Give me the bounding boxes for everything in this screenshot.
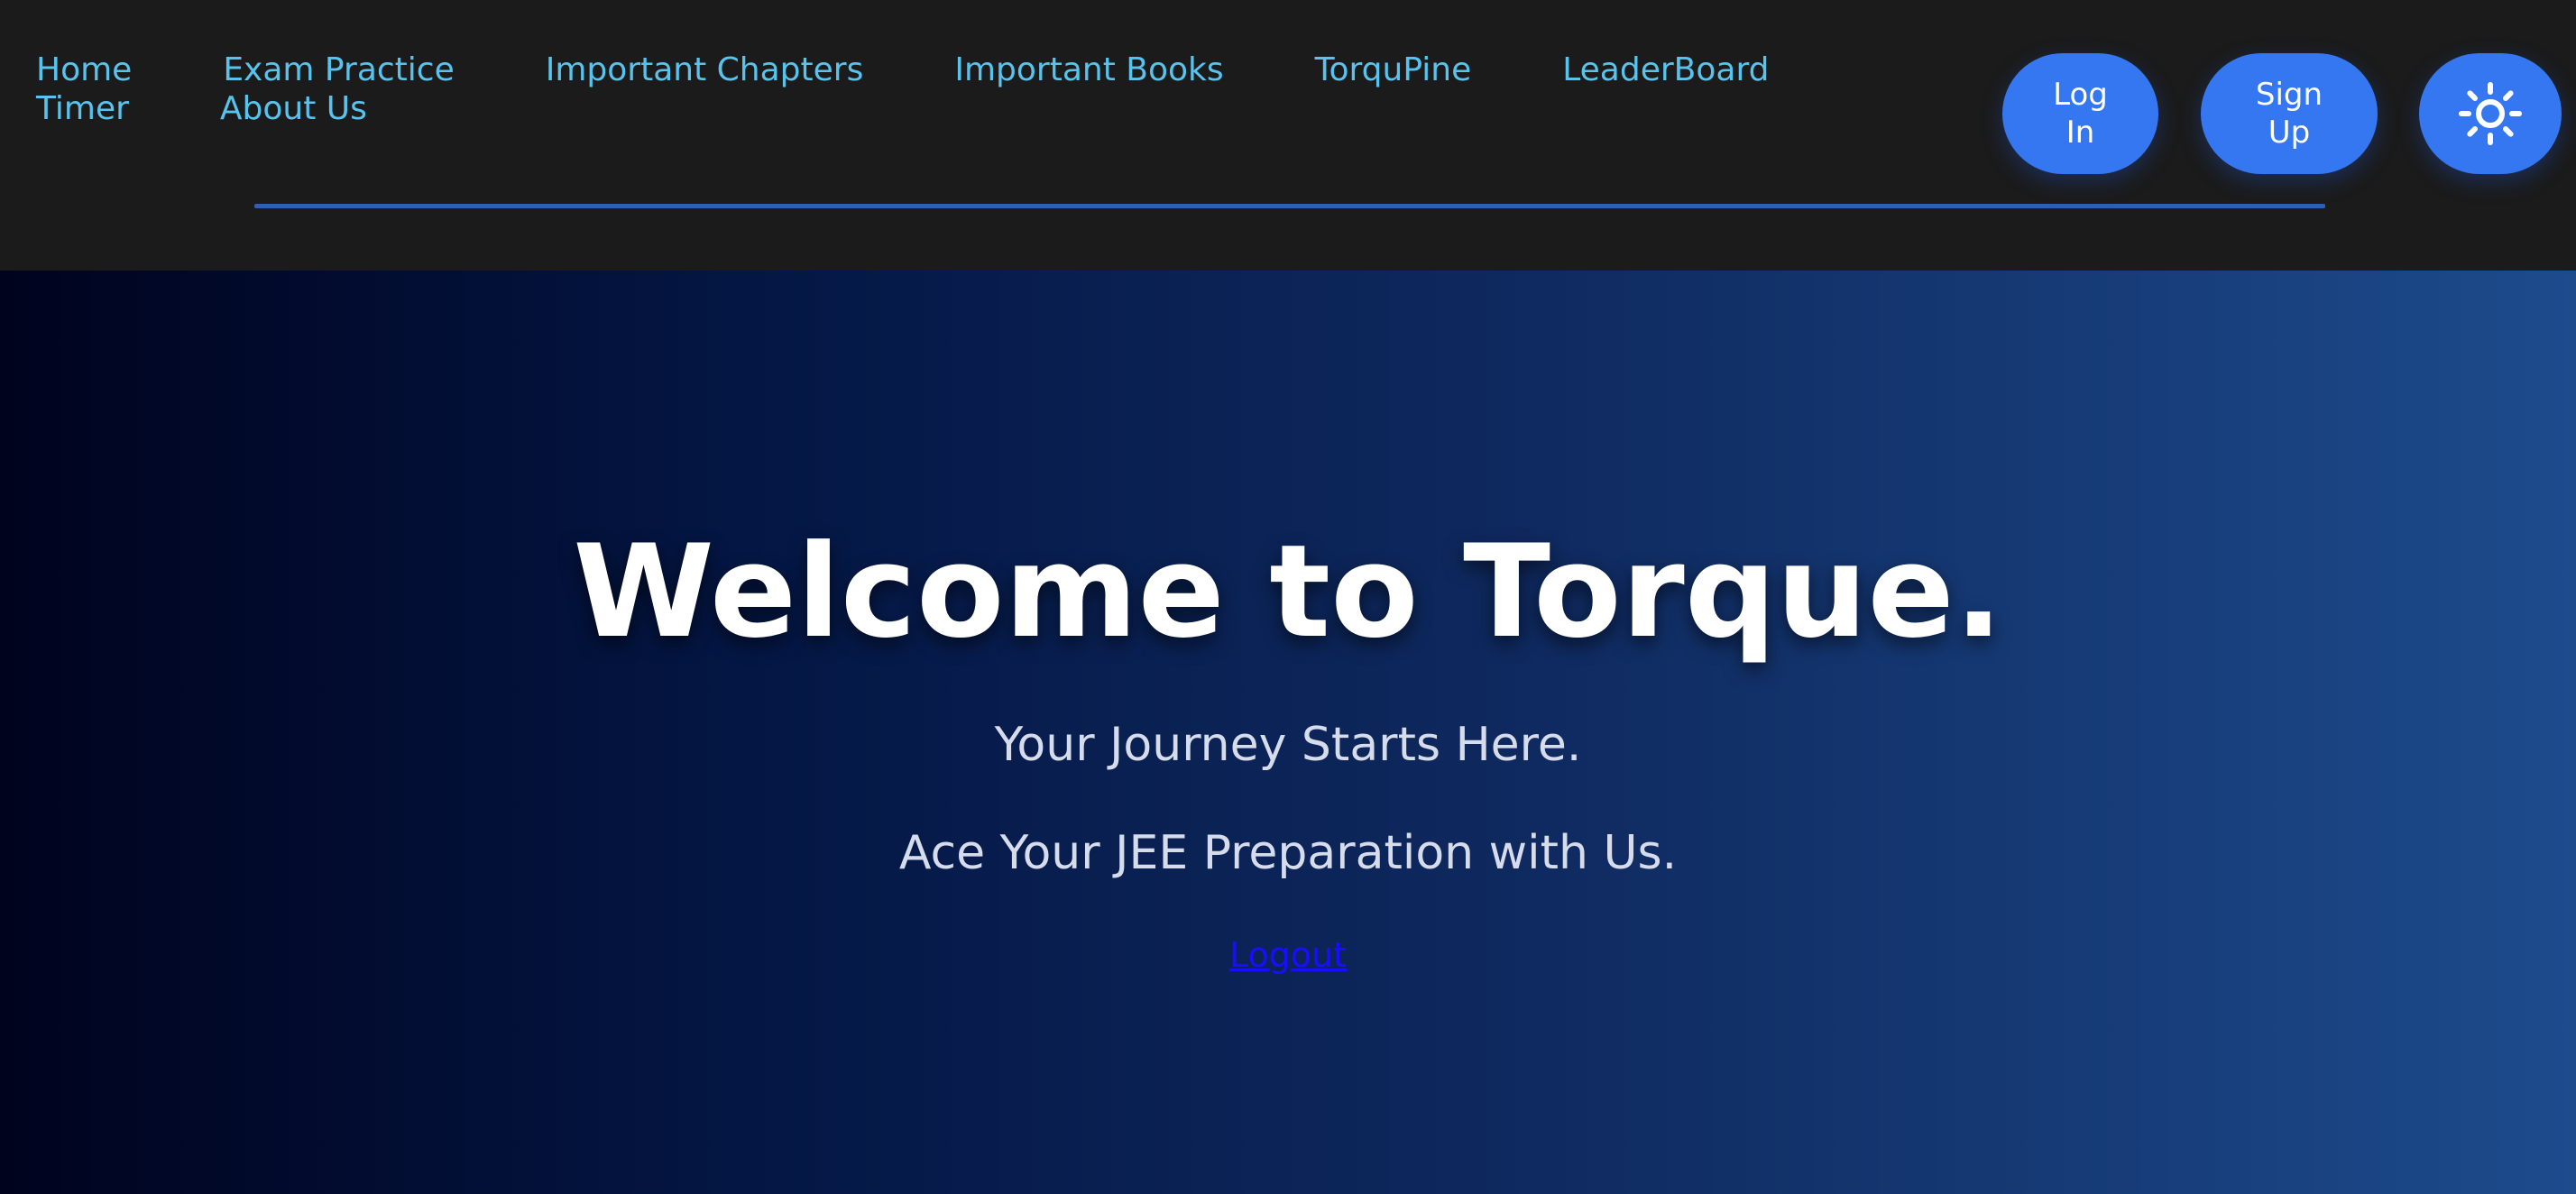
nav-links: Home Exam Practice Important Chapters Im… — [36, 51, 1885, 128]
nav-link-home[interactable]: Home — [36, 51, 132, 89]
hero-title: Welcome to Torque. — [573, 518, 2003, 666]
top-navbar: Home Exam Practice Important Chapters Im… — [0, 0, 2576, 271]
nav-link-exam-practice[interactable]: Exam Practice — [223, 51, 454, 89]
theme-toggle-button[interactable] — [2419, 53, 2562, 174]
logout-container: Logout — [0, 934, 2576, 976]
hero-section: Welcome to Torque. Your Journey Starts H… — [0, 271, 2576, 1194]
hero-subtitle: Your Journey Starts Here. — [994, 718, 1582, 772]
signup-button-label: Sign Up — [2255, 77, 2323, 151]
logout-link[interactable]: Logout — [1229, 935, 1347, 975]
nav-link-timer[interactable]: Timer — [36, 89, 129, 128]
nav-link-about-us[interactable]: About Us — [220, 89, 367, 128]
nav-link-leaderboard[interactable]: LeaderBoard — [1562, 51, 1769, 89]
nav-link-important-books[interactable]: Important Books — [954, 51, 1223, 89]
nav-link-torqupine[interactable]: TorquPine — [1315, 51, 1472, 89]
sun-icon — [2459, 82, 2522, 145]
hero-tagline: Ace Your JEE Preparation with Us. — [898, 826, 1678, 880]
nav-link-important-chapters[interactable]: Important Chapters — [546, 51, 864, 89]
login-button[interactable]: Log In — [2002, 53, 2158, 174]
signup-button[interactable]: Sign Up — [2201, 53, 2378, 174]
nav-divider — [254, 204, 2325, 208]
login-button-label: Log In — [2053, 77, 2108, 151]
